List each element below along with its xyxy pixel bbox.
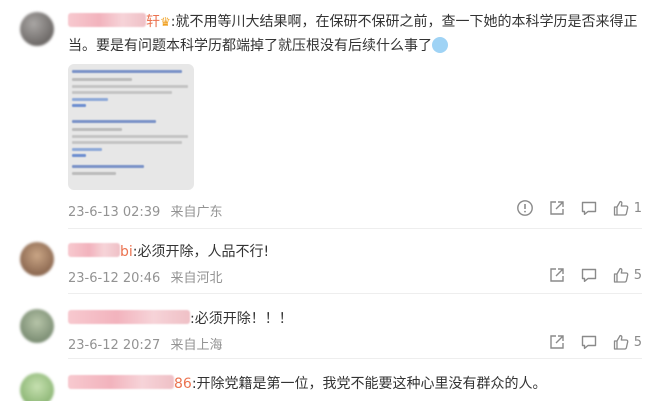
comment-text-block: 86:开除党籍是第一位，我党不能要这种心里没有群众的人。 (68, 372, 638, 396)
report-icon (516, 200, 533, 216)
like-button[interactable]: 5 (612, 333, 642, 351)
user-name[interactable] (68, 375, 174, 389)
avatar[interactable] (20, 12, 54, 46)
share-icon (550, 335, 564, 349)
comment-location: 来自上海 (170, 338, 223, 353)
share-button[interactable] (548, 266, 566, 284)
like-count: 5 (633, 267, 642, 283)
avatar[interactable] (20, 242, 54, 276)
comment-actions: 5 (548, 333, 642, 351)
reply-button[interactable] (580, 199, 598, 217)
user-name[interactable] (68, 310, 190, 324)
comment-item: bi:必须开除，人品不行! 23-6-12 20:46 来自河北 5 (0, 229, 660, 294)
crown-icon: ♛ (160, 15, 171, 29)
comment-text: :必须开除，人品不行! (132, 244, 270, 260)
avatar[interactable] (20, 373, 54, 401)
comment-meta: 23-6-12 20:27 来自上海 (68, 334, 223, 353)
thumbs-up-icon (613, 267, 629, 283)
comment-time: 23-6-12 20:27 (68, 338, 161, 353)
comment-icon (581, 335, 596, 349)
comment-actions: 1 (516, 199, 642, 217)
comment-image-thumbnail[interactable] (68, 64, 194, 190)
comment-meta: 23-6-13 02:39 来自广东 (68, 201, 223, 220)
comment-text-block: 轩♛:就不用等川大结果啊，在保研不保研之前，查一下她的本科学历是否来得正当。要是… (68, 10, 638, 58)
share-button[interactable] (548, 333, 566, 351)
like-count: 5 (633, 334, 642, 350)
like-count: 1 (633, 200, 642, 216)
comment-time: 23-6-12 20:46 (68, 271, 161, 286)
comment-text-block: :必须开除！！！ (68, 307, 638, 331)
thumbs-up-icon (613, 200, 629, 216)
report-button[interactable] (516, 199, 534, 217)
user-name-tail[interactable]: 轩 (146, 14, 160, 30)
comment-text: :开除党籍是第一位，我党不能要这种心里没有群众的人。 (191, 376, 547, 392)
comment-icon (581, 201, 596, 215)
comment-item: 轩♛:就不用等川大结果啊，在保研不保研之前，查一下她的本科学历是否来得正当。要是… (0, 0, 660, 229)
comment-icon (581, 268, 596, 282)
user-name[interactable] (68, 243, 120, 257)
comment-location: 来自广东 (170, 205, 223, 220)
like-button[interactable]: 1 (612, 199, 642, 217)
like-button[interactable]: 5 (612, 266, 642, 284)
reply-button[interactable] (580, 333, 598, 351)
comment-text: :必须开除！！！ (190, 311, 293, 327)
comment-item: :必须开除！！！ 23-6-12 20:27 来自上海 5 (0, 294, 660, 359)
thumbs-up-icon (613, 334, 629, 350)
share-icon (550, 201, 564, 215)
comment-meta: 23-6-12 20:46 来自河北 (68, 267, 223, 286)
emoji-icon (432, 37, 448, 53)
share-button[interactable] (548, 199, 566, 217)
user-name[interactable] (68, 13, 146, 27)
user-name-tail[interactable]: bi (120, 244, 133, 260)
comment-text-block: bi:必须开除，人品不行! (68, 240, 638, 264)
user-name-tail[interactable]: 86 (174, 376, 192, 392)
comment-item: 86:开除党籍是第一位，我党不能要这种心里没有群众的人。 (0, 359, 660, 401)
reply-button[interactable] (580, 266, 598, 284)
comment-actions: 5 (548, 266, 642, 284)
comment-time: 23-6-13 02:39 (68, 205, 161, 220)
avatar[interactable] (20, 309, 54, 343)
comment-location: 来自河北 (170, 271, 223, 286)
share-icon (550, 268, 564, 282)
